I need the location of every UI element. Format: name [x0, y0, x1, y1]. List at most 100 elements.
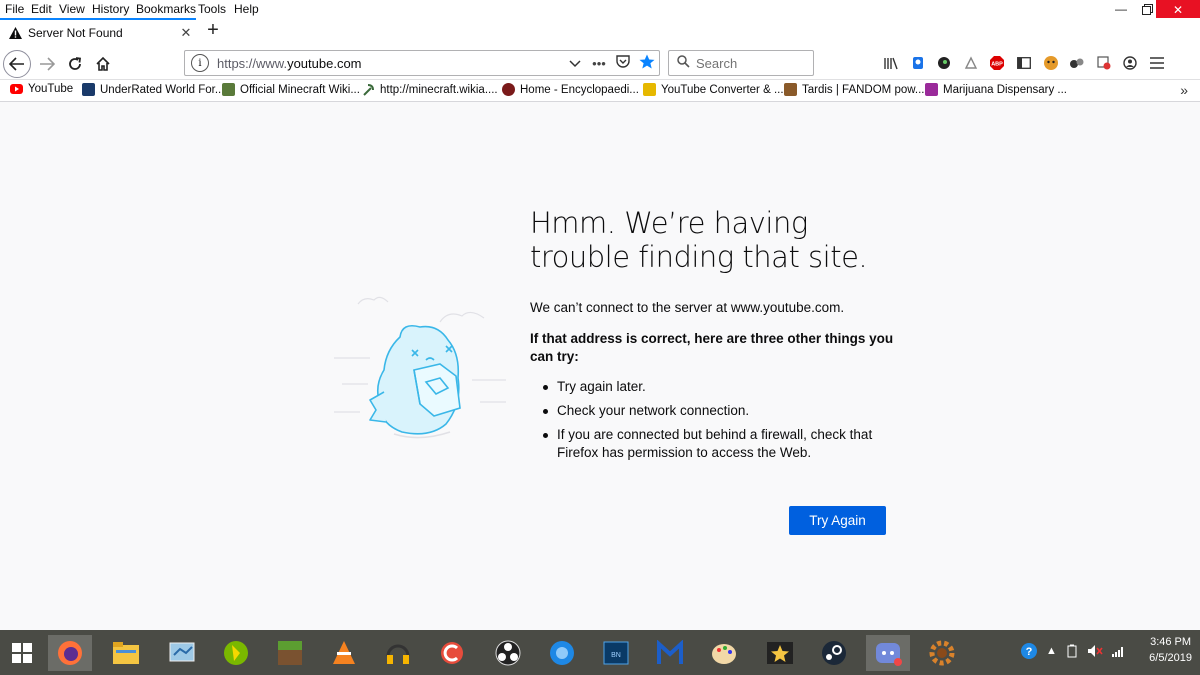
tray-expand-icon[interactable]: ▲ [1046, 645, 1057, 663]
bookmark-label: YouTube Converter & ... [661, 83, 784, 96]
bookmark-favicon [643, 83, 656, 96]
hamburger-menu-icon[interactable] [1146, 52, 1168, 74]
search-bar[interactable]: Search [668, 50, 814, 76]
battery-icon[interactable] [1065, 644, 1079, 663]
battlenet-icon[interactable]: BN [594, 635, 638, 671]
home-button[interactable] [90, 51, 116, 77]
warning-icon [8, 26, 22, 40]
clock-time: 3:46 PM [1150, 636, 1192, 648]
url-domain: youtube.com [287, 55, 362, 71]
control-panel-icon[interactable] [160, 635, 204, 671]
bookmark-label: YouTube [28, 83, 74, 95]
browser-blue-icon[interactable] [540, 635, 584, 671]
bookmark-label: http://minecraft.wikia.... [380, 83, 498, 96]
extension-gray-icon[interactable] [960, 52, 982, 74]
menu-file[interactable]: File [5, 2, 24, 16]
url-prefix: https://www. [217, 55, 288, 71]
error-subheading: If that address is correct, here are thr… [530, 331, 894, 364]
menu-edit[interactable]: Edit [31, 2, 52, 16]
adblock-icon[interactable]: ABP [986, 52, 1008, 74]
menu-help[interactable]: Help [234, 2, 259, 16]
sidebar-icon[interactable] [1013, 52, 1035, 74]
back-button[interactable] [3, 50, 31, 78]
tab-strip: Server Not Found ✕ + [0, 18, 1200, 46]
svg-text:?: ? [1026, 646, 1033, 658]
bookmark-label: UnderRated World For... [100, 83, 225, 96]
window-close-icon[interactable]: ✕ [1156, 0, 1200, 20]
help-icon[interactable]: ? [1020, 642, 1038, 663]
try-again-button[interactable]: Try Again [789, 506, 886, 535]
bookmark-item[interactable]: Official Minecraft Wiki... [222, 83, 360, 96]
bookmark-favicon [82, 83, 95, 96]
volume-muted-icon[interactable] [1087, 644, 1103, 663]
error-description: We can’t connect to the server at www.yo… [530, 300, 845, 315]
tab-close-icon[interactable]: ✕ [176, 25, 196, 41]
movie-star-icon[interactable] [758, 635, 802, 671]
bookmark-item[interactable]: Tardis | FANDOM pow... [784, 83, 925, 96]
bookmark-item[interactable]: Marijuana Dispensary ... [925, 83, 1067, 96]
minecraft-icon [222, 83, 235, 96]
extension-dark-icon[interactable] [933, 52, 955, 74]
bookmark-item[interactable]: Home - Encyclopaedi... [502, 83, 639, 96]
clock[interactable]: 3:46 PM 6/5/2019 [1149, 634, 1192, 666]
menu-tools[interactable]: Tools [198, 2, 226, 16]
site-info-icon[interactable]: i [191, 54, 209, 72]
bookmark-label: Home - Encyclopaedi... [520, 83, 639, 96]
vlc-icon[interactable] [322, 635, 366, 671]
ccleaner-icon[interactable] [430, 635, 474, 671]
bookmark-item[interactable]: UnderRated World For... [82, 83, 224, 96]
youtube-icon [10, 84, 23, 94]
clock-date: 6/5/2019 [1149, 652, 1192, 664]
page-actions-icon[interactable]: ••• [587, 56, 611, 71]
bookmark-item[interactable]: YouTube Converter & ... [643, 83, 784, 96]
windows-start-icon[interactable] [0, 635, 44, 671]
library-icon[interactable] [880, 52, 902, 74]
bookmark-item[interactable]: YouTube [10, 83, 73, 95]
search-placeholder: Search [696, 55, 738, 71]
bookmark-label: Marijuana Dispensary ... [943, 83, 1067, 96]
bookmark-star-icon[interactable] [635, 54, 659, 72]
obs-icon[interactable] [486, 635, 530, 671]
steam-icon[interactable] [812, 635, 856, 671]
forward-button[interactable] [34, 51, 60, 77]
account-icon[interactable] [1119, 52, 1141, 74]
extension-balls-icon[interactable] [1066, 52, 1088, 74]
error-illustration [334, 296, 506, 439]
suggestion-item: Check your network connection. [543, 402, 903, 420]
nav-bar: i https://www.youtube.com ••• Search ABP [0, 46, 1200, 80]
extension-blue-icon[interactable] [907, 52, 929, 74]
minecraft-icon[interactable] [268, 635, 312, 671]
url-bar[interactable]: i https://www.youtube.com ••• [184, 50, 660, 76]
firefox-icon[interactable] [48, 635, 92, 671]
fl-studio-icon[interactable] [214, 635, 258, 671]
extension-red-icon[interactable] [1093, 52, 1115, 74]
audio-app-icon[interactable] [376, 635, 420, 671]
new-tab-icon[interactable]: + [202, 20, 224, 42]
error-page: Hmm. We’re having trouble finding that s… [0, 102, 1200, 630]
tab-server-not-found[interactable]: Server Not Found ✕ [0, 18, 196, 46]
url-text[interactable]: https://www.youtube.com [217, 56, 563, 71]
gear-app-icon[interactable] [920, 635, 964, 671]
bookmarks-overflow-icon[interactable]: » [1180, 82, 1188, 98]
taskbar: BN ? ▲ 3:46 PM 6/5/2019 [0, 630, 1200, 675]
svg-text:BN: BN [611, 652, 621, 659]
chevron-down-icon[interactable] [563, 56, 587, 71]
reload-button[interactable] [62, 51, 88, 77]
bookmark-label: Tardis | FANDOM pow... [802, 83, 925, 96]
extension-face-icon[interactable] [1040, 52, 1062, 74]
bookmark-item[interactable]: http://minecraft.wikia.... [362, 83, 498, 96]
system-tray: ? ▲ [1020, 642, 1133, 663]
tab-title: Server Not Found [28, 26, 123, 40]
menu-history[interactable]: History [92, 2, 129, 16]
pickaxe-icon [362, 83, 375, 96]
file-explorer-icon[interactable] [104, 635, 148, 671]
menu-bookmarks[interactable]: Bookmarks [136, 2, 196, 16]
malwarebytes-icon[interactable] [648, 635, 692, 671]
discord-icon[interactable] [866, 635, 910, 671]
paint-icon[interactable] [702, 635, 746, 671]
bookmark-label: Official Minecraft Wiki... [240, 83, 360, 96]
bookmarks-toolbar: YouTube UnderRated World For... Official… [0, 80, 1200, 102]
pocket-icon[interactable] [611, 55, 635, 71]
menu-view[interactable]: View [59, 2, 85, 16]
network-icon[interactable] [1111, 644, 1125, 663]
